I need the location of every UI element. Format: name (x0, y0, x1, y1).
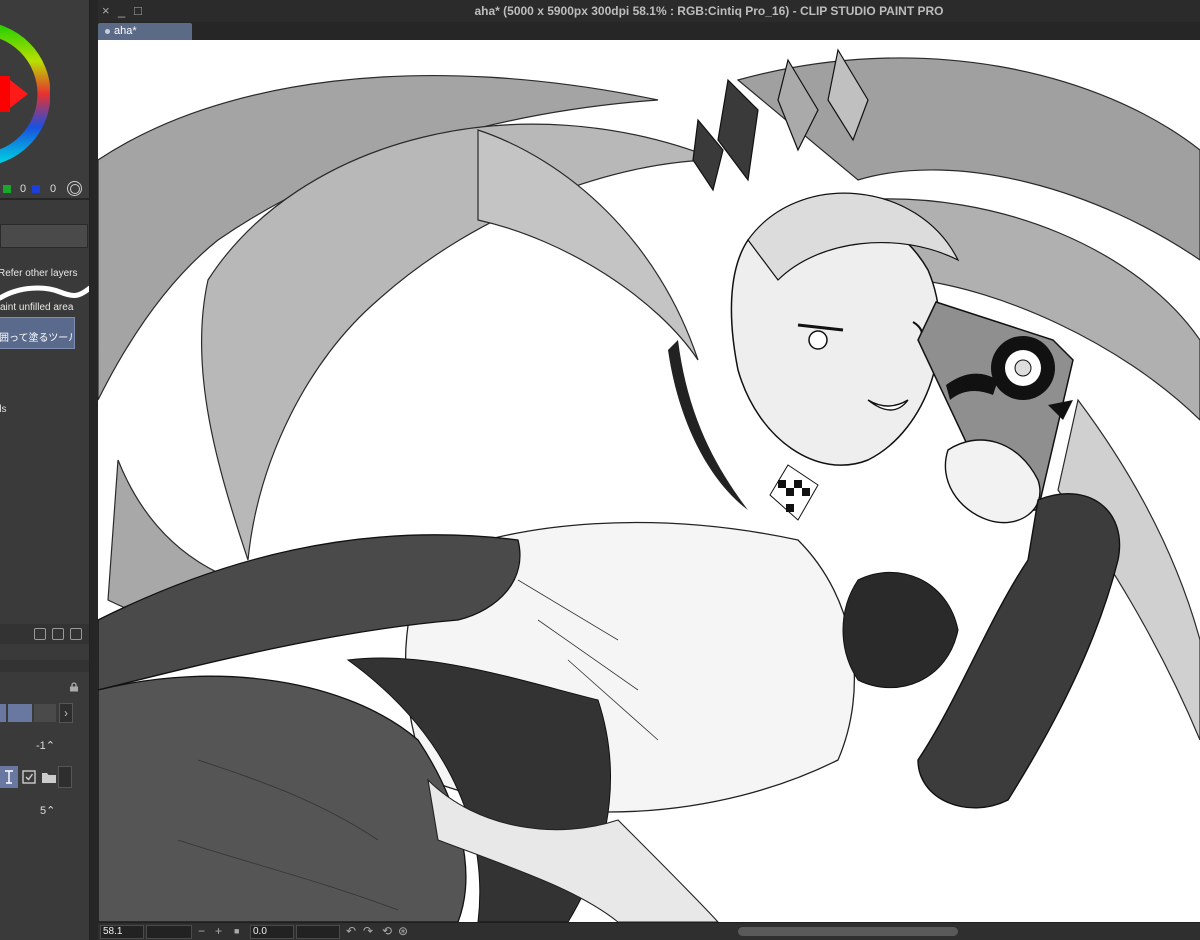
mode-segment[interactable] (8, 704, 32, 722)
rgb-values: 0 0 (0, 181, 89, 197)
brush-stroke-preview (0, 285, 89, 301)
layer-value-stepper[interactable]: 5⌃ (40, 804, 55, 817)
window-title: aha* (5000 x 5900px 300dpi 58.1% : RGB:C… (474, 4, 944, 18)
left-side-panel: 0 0 Refer other layers aint unfilled are… (0, 0, 90, 940)
blue-swatch (32, 185, 40, 193)
tool-property-panel: Refer other layers aint unfilled area 囲っ… (0, 204, 89, 644)
tab-document-label: aha* (114, 25, 137, 37)
folder-icon[interactable] (40, 766, 58, 788)
rotate-left-icon[interactable]: ↶ (346, 924, 356, 938)
duplicate-icon[interactable] (52, 628, 64, 640)
refer-other-layers-label[interactable]: Refer other layers (0, 268, 77, 279)
checkbox-icon[interactable] (20, 766, 38, 788)
layer-value-stepper[interactable]: -1⌃ (36, 739, 55, 752)
layer-tools-more[interactable] (58, 766, 72, 788)
green-value[interactable]: 0 (20, 183, 26, 195)
unsaved-dot-icon (105, 29, 110, 34)
layer-panel-header (0, 660, 89, 672)
rotate-right-icon[interactable]: ↷ (363, 924, 373, 938)
zoom-out-icon[interactable]: − (198, 924, 205, 938)
status-bar: 58.1 − + ■ 0.0 ↶ ↷ ⟲ ⊛ (98, 922, 1200, 940)
document-tab-bar: aha* (98, 22, 1200, 40)
rotation-slider[interactable] (296, 925, 340, 939)
ruler-icon[interactable] (0, 766, 18, 788)
fit-screen-icon[interactable]: ■ (234, 926, 239, 936)
trash-icon[interactable] (70, 628, 82, 640)
green-swatch (3, 185, 11, 193)
tool-panel-footer (0, 624, 89, 644)
chevron-right-icon[interactable]: › (59, 703, 73, 723)
current-color-swatch[interactable] (0, 76, 10, 112)
mode-segment[interactable] (34, 704, 56, 722)
layer-value: 5 (40, 805, 47, 817)
color-mode-icon[interactable] (67, 181, 82, 196)
paint-unfilled-area-label[interactable]: aint unfilled area (0, 302, 73, 313)
flip-icon[interactable]: ⊛ (398, 924, 408, 938)
selected-sub-tool[interactable]: 囲って塗るツール (0, 317, 75, 349)
tab-document[interactable]: aha* (98, 23, 192, 40)
reset-rotation-icon[interactable]: ⟲ (382, 924, 392, 938)
mode-segment[interactable] (0, 704, 6, 722)
zoom-field[interactable]: 58.1 (100, 925, 144, 939)
color-wheel-panel: 0 0 (0, 0, 89, 200)
selected-sub-tool-label: 囲って塗るツール (0, 333, 73, 344)
drawing-canvas[interactable] (98, 40, 1200, 922)
layer-tool-buttons (0, 766, 74, 788)
property-label: ds (0, 404, 7, 415)
layer-panel: › -1⌃ 5⌃ (0, 660, 89, 940)
title-bar: × _ □ aha* (5000 x 5900px 300dpi 58.1% :… (98, 0, 1200, 22)
horizontal-scrollbar[interactable] (738, 927, 958, 936)
rotation-angle-field[interactable]: 0.0 (250, 925, 294, 939)
blue-value[interactable]: 0 (50, 183, 56, 195)
zoom-slider[interactable] (146, 925, 192, 939)
layer-mode-selector[interactable] (0, 704, 58, 722)
zoom-in-icon[interactable]: + (215, 924, 222, 938)
panel-divider[interactable] (90, 0, 98, 940)
sub-tool-header[interactable] (0, 224, 88, 248)
color-wheel[interactable] (0, 14, 50, 174)
layer-value: -1 (36, 740, 46, 752)
artwork (98, 48, 1200, 922)
import-icon[interactable] (34, 628, 46, 640)
lock-icon[interactable] (69, 682, 79, 692)
